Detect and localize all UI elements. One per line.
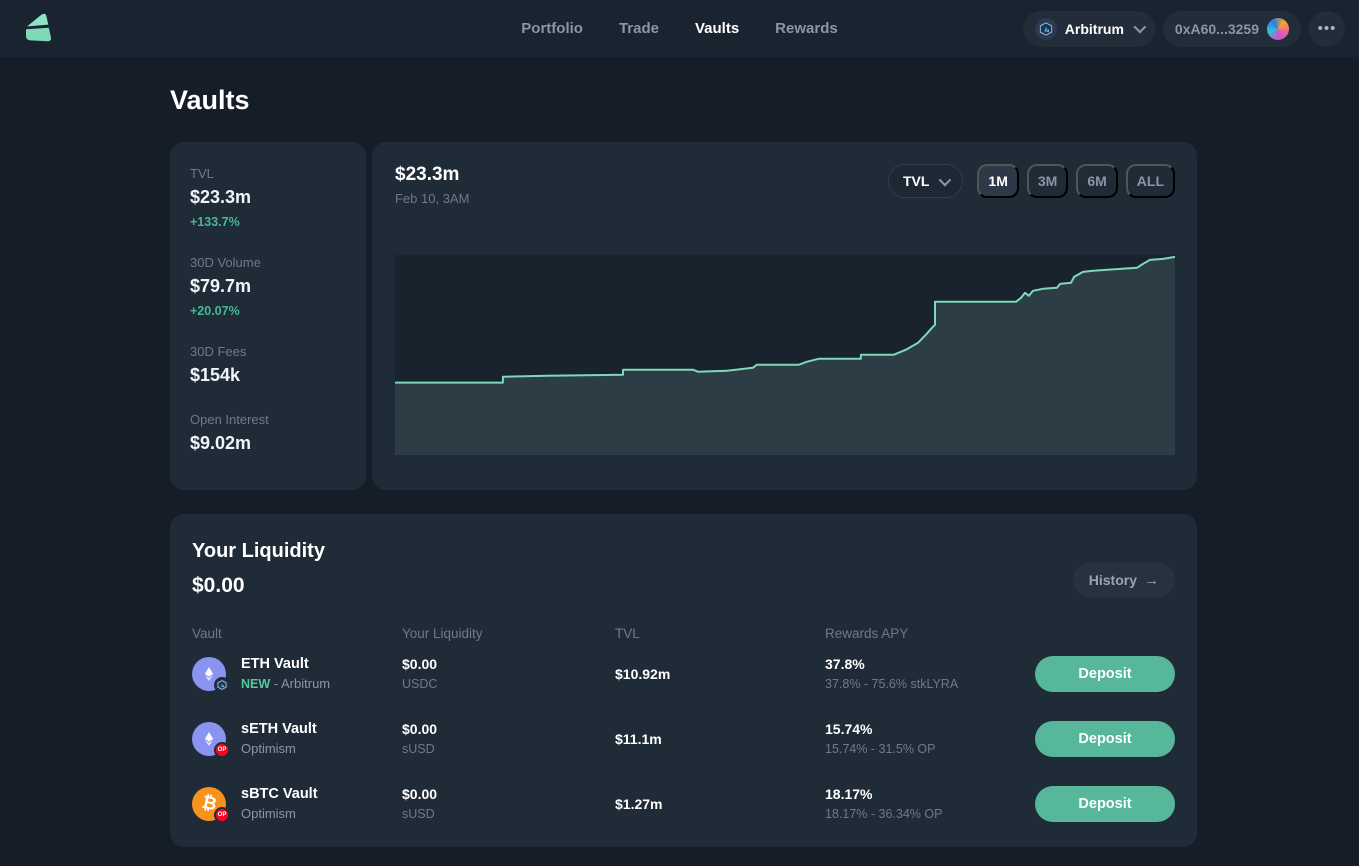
- history-button[interactable]: History →: [1072, 562, 1175, 598]
- stat-value: $9.02m: [190, 433, 252, 453]
- deposit-button[interactable]: Deposit: [1035, 720, 1175, 757]
- metric-dropdown[interactable]: TVL: [887, 164, 964, 198]
- row-liquidity-value: $0.00: [402, 786, 438, 802]
- stat-label: Open Interest: [190, 412, 269, 427]
- range-button-all[interactable]: ALL: [1125, 164, 1175, 198]
- liquidity-title: Your Liquidity: [192, 540, 325, 562]
- row-liquidity-value: $0.00: [402, 721, 438, 737]
- nav-link-vaults[interactable]: Vaults: [695, 20, 739, 37]
- nav-right-controls: Arbitrum 0xA60...3259 •••: [1022, 10, 1345, 47]
- optimism-badge-icon: OP: [214, 741, 230, 758]
- arbitrum-badge-icon: [214, 676, 230, 693]
- network-selector[interactable]: Arbitrum: [1022, 10, 1155, 47]
- metric-label: TVL: [902, 173, 930, 189]
- row-liquidity-currency: sUSD: [402, 742, 435, 756]
- deposit-button[interactable]: Deposit: [1035, 655, 1175, 692]
- ellipsis-icon: •••: [1317, 20, 1337, 37]
- liquidity-summary: Your Liquidity $0.00: [192, 540, 325, 598]
- vault-network: Optimism: [241, 806, 296, 821]
- wallet-avatar: [1267, 17, 1289, 40]
- vault-name: sBTC Vault: [241, 786, 318, 802]
- stats-panel: TVL $23.3m +133.7% 30D Volume $79.7m +20…: [170, 142, 366, 490]
- overview-section: TVL $23.3m +133.7% 30D Volume $79.7m +20…: [170, 142, 1197, 490]
- tvl-area-chart[interactable]: [395, 255, 1175, 455]
- row-tvl-value: $11.1m: [615, 730, 662, 747]
- arbitrum-icon: [1034, 17, 1057, 40]
- row-liquidity-value: $0.00: [402, 656, 438, 672]
- row-apy-value: 15.74%: [825, 721, 873, 737]
- lyra-logo-icon[interactable]: [20, 12, 54, 46]
- nav-link-trade[interactable]: Trade: [619, 20, 659, 37]
- col-tvl: TVL: [615, 626, 640, 641]
- chart-value: $23.3m: [395, 164, 460, 185]
- col-rewards-apy: Rewards APY: [825, 626, 909, 641]
- col-your-liquidity: Your Liquidity: [402, 626, 483, 641]
- vault-network: Optimism: [241, 741, 296, 756]
- range-button-3m[interactable]: 3M: [1026, 164, 1069, 198]
- vault-name: ETH Vault: [241, 656, 309, 672]
- network-label: Arbitrum: [1064, 20, 1124, 37]
- stat-30d-volume: 30D Volume $79.7m +20.07%: [190, 255, 346, 318]
- stat-value: $154k: [190, 365, 241, 385]
- stat-value: $79.7m: [190, 276, 252, 296]
- stat-change: +133.7%: [190, 215, 240, 229]
- range-button-1m[interactable]: 1M: [977, 164, 1019, 198]
- row-liquidity-currency: USDC: [402, 677, 438, 691]
- vault-name: sETH Vault: [241, 721, 317, 737]
- stat-label: TVL: [190, 166, 214, 181]
- nav-link-rewards[interactable]: Rewards: [775, 20, 838, 37]
- deposit-button[interactable]: Deposit: [1035, 785, 1175, 822]
- row-apy-range: 15.74% - 31.5% OP: [825, 742, 936, 756]
- stat-label: 30D Fees: [190, 344, 247, 359]
- arrow-right-icon: →: [1144, 571, 1159, 589]
- range-button-6m[interactable]: 6M: [1076, 164, 1118, 198]
- stat-value: $23.3m: [190, 187, 252, 207]
- liquidity-value: $0.00: [192, 574, 245, 597]
- range-selector: 1M 3M 6M ALL: [977, 164, 1175, 198]
- table-row[interactable]: OP sETH Vault Optimism $0.00 sUSD $11.1m…: [192, 706, 1175, 771]
- page-title: Vaults: [170, 85, 250, 115]
- history-label: History: [1088, 572, 1137, 588]
- table-row[interactable]: ETH Vault NEW - Arbitrum $0.00 USDC $10.…: [192, 641, 1175, 706]
- table-header: Vault Your Liquidity TVL Rewards APY: [192, 626, 1175, 641]
- nav-link-portfolio[interactable]: Portfolio: [521, 20, 583, 37]
- col-vault: Vault: [192, 626, 222, 641]
- chart-readout: $23.3m Feb 10, 3AM: [395, 164, 469, 206]
- chevron-down-icon: [1133, 20, 1147, 34]
- top-nav: Portfolio Trade Vaults Rewards Arbitrum …: [0, 0, 1359, 57]
- wallet-button[interactable]: 0xA60...3259: [1162, 10, 1301, 47]
- stat-change: +20.07%: [190, 304, 240, 318]
- new-badge: NEW: [241, 677, 271, 691]
- chart-timestamp: Feb 10, 3AM: [395, 191, 470, 206]
- vault-network: NEW - Arbitrum: [241, 676, 331, 691]
- vault-icon: ₿ OP: [192, 786, 230, 823]
- row-liquidity-currency: sUSD: [402, 807, 435, 821]
- row-tvl-value: $1.27m: [615, 795, 663, 812]
- row-apy-range: 37.8% - 75.6% stkLYRA: [825, 677, 959, 691]
- table-row[interactable]: ₿ OP sBTC Vault Optimism $0.00 sUSD $1.2…: [192, 771, 1175, 836]
- row-apy-range: 18.17% - 36.34% OP: [825, 807, 943, 821]
- stat-open-interest: Open Interest $9.02m: [190, 412, 346, 454]
- vault-icon: OP: [192, 721, 230, 758]
- tvl-chart-card: $23.3m Feb 10, 3AM TVL 1M 3M 6M ALL: [372, 142, 1197, 490]
- row-apy-value: 18.17%: [825, 786, 873, 802]
- stat-label: 30D Volume: [190, 255, 261, 270]
- chevron-down-icon: [938, 173, 952, 186]
- optimism-badge-icon: OP: [214, 806, 230, 823]
- your-liquidity-section: Your Liquidity $0.00 History → Vault You…: [170, 514, 1197, 847]
- vault-table-body: ETH Vault NEW - Arbitrum $0.00 USDC $10.…: [192, 641, 1175, 836]
- wallet-address: 0xA60...3259: [1174, 20, 1259, 37]
- primary-nav: Portfolio Trade Vaults Rewards: [521, 0, 837, 57]
- row-tvl-value: $10.92m: [615, 665, 671, 682]
- stat-tvl: TVL $23.3m +133.7%: [190, 166, 346, 229]
- more-menu-button[interactable]: •••: [1309, 10, 1345, 47]
- vault-icon: [192, 656, 230, 693]
- row-apy-value: 37.8%: [825, 656, 865, 672]
- stat-30d-fees: 30D Fees $154k: [190, 344, 346, 386]
